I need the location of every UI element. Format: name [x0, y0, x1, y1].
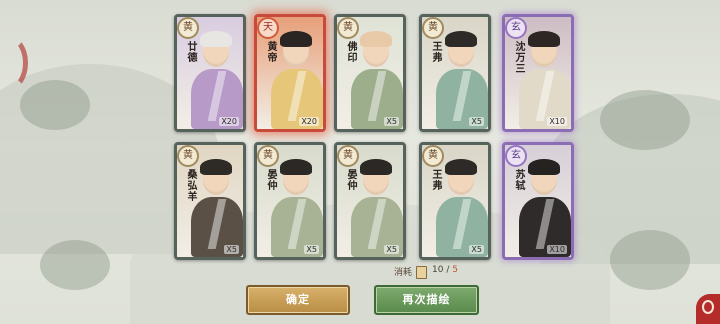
- hero-name: 佛印: [345, 41, 356, 63]
- hero-name: 晏仲: [345, 169, 356, 191]
- card-count: X5: [304, 245, 319, 254]
- hero-portrait: [351, 31, 403, 129]
- cost-label: 消耗: [394, 268, 413, 278]
- card-count: X5: [469, 245, 484, 254]
- rank-badge: 玄: [507, 147, 525, 165]
- hero-portrait: [271, 31, 323, 129]
- card-count: X5: [224, 245, 239, 254]
- hero-card[interactable]: 天黄帝 X20: [254, 14, 326, 132]
- hero-portrait: [519, 31, 571, 129]
- card-count: X5: [384, 245, 399, 254]
- hero-portrait: [271, 159, 323, 257]
- hero-name: 廿德: [185, 41, 196, 63]
- hero-card[interactable]: 黄晏仲 X5: [334, 142, 406, 260]
- cost-current: 10: [432, 265, 444, 275]
- rank-badge: 玄: [507, 19, 525, 37]
- cost-separator: /: [446, 265, 450, 275]
- hero-card[interactable]: 玄沈万三 X10: [502, 14, 574, 132]
- hero-name: 晏仲: [265, 169, 276, 191]
- hero-card[interactable]: 黄桑弘羊 X5: [174, 142, 246, 260]
- cost-max: 5: [452, 265, 458, 275]
- hero-card[interactable]: 黄王弗 X5: [419, 14, 491, 132]
- hero-name: 黄帝: [265, 41, 276, 63]
- card-count: X20: [219, 117, 239, 126]
- hero-portrait: [436, 159, 488, 257]
- rank-badge: 黄: [179, 19, 197, 37]
- rank-badge: 黄: [259, 147, 277, 165]
- rank-badge: 黄: [179, 147, 197, 165]
- rank-badge: 黄: [339, 19, 357, 37]
- hero-name: 王弗: [430, 169, 441, 191]
- hero-name: 沈万三: [513, 41, 524, 74]
- rank-badge: 黄: [339, 147, 357, 165]
- redraw-button[interactable]: 再次描绘: [374, 285, 479, 315]
- card-count: X20: [299, 117, 319, 126]
- scroll-icon: [416, 266, 427, 279]
- hero-portrait: [519, 159, 571, 257]
- card-count: X10: [547, 245, 567, 254]
- hero-portrait: [191, 31, 243, 129]
- card-count: X5: [469, 117, 484, 126]
- hero-card[interactable]: 黄廿德 X20: [174, 14, 246, 132]
- hero-name: 王弗: [430, 41, 441, 63]
- hero-card[interactable]: 黄晏仲 X5: [254, 142, 326, 260]
- menu-seal-icon[interactable]: [696, 294, 720, 324]
- hero-portrait: [351, 159, 403, 257]
- rank-badge: 天: [259, 19, 277, 37]
- hero-card[interactable]: 黄佛印 X5: [334, 14, 406, 132]
- card-count: X5: [384, 117, 399, 126]
- hero-name: 苏轼: [513, 169, 524, 191]
- hero-portrait: [191, 159, 243, 257]
- hero-card[interactable]: 黄王弗 X5: [419, 142, 491, 260]
- hero-portrait: [436, 31, 488, 129]
- confirm-button[interactable]: 确定: [246, 285, 350, 315]
- rank-badge: 黄: [424, 19, 442, 37]
- rank-badge: 黄: [424, 147, 442, 165]
- hero-name: 桑弘羊: [185, 169, 196, 202]
- cost-indicator: 消耗 10 / 5: [350, 265, 470, 279]
- hero-card[interactable]: 玄苏轼 X10: [502, 142, 574, 260]
- cost-value: 10 / 5: [432, 265, 458, 275]
- card-count: X10: [547, 117, 567, 126]
